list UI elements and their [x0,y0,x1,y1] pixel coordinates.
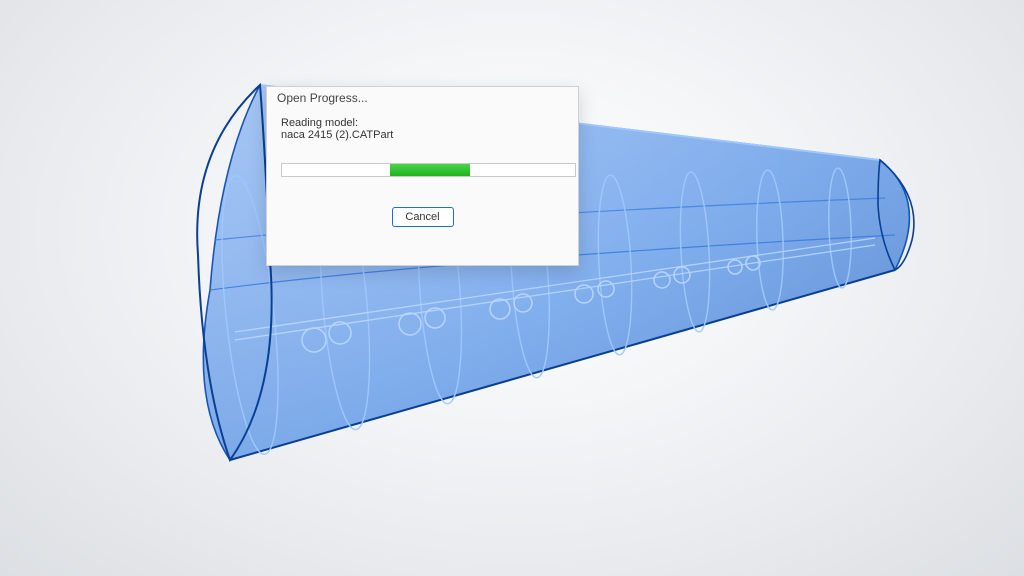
progress-fill [390,164,469,176]
open-progress-dialog: Open Progress... Reading model: naca 241… [266,86,579,266]
cancel-button[interactable]: Cancel [392,207,454,227]
dialog-title: Open Progress... [267,87,578,105]
dialog-body: Reading model: naca 2415 (2).CATPart Can… [267,105,578,227]
status-label: Reading model: [281,117,564,129]
progress-bar [281,163,576,177]
status-filename: naca 2415 (2).CATPart [281,129,564,141]
